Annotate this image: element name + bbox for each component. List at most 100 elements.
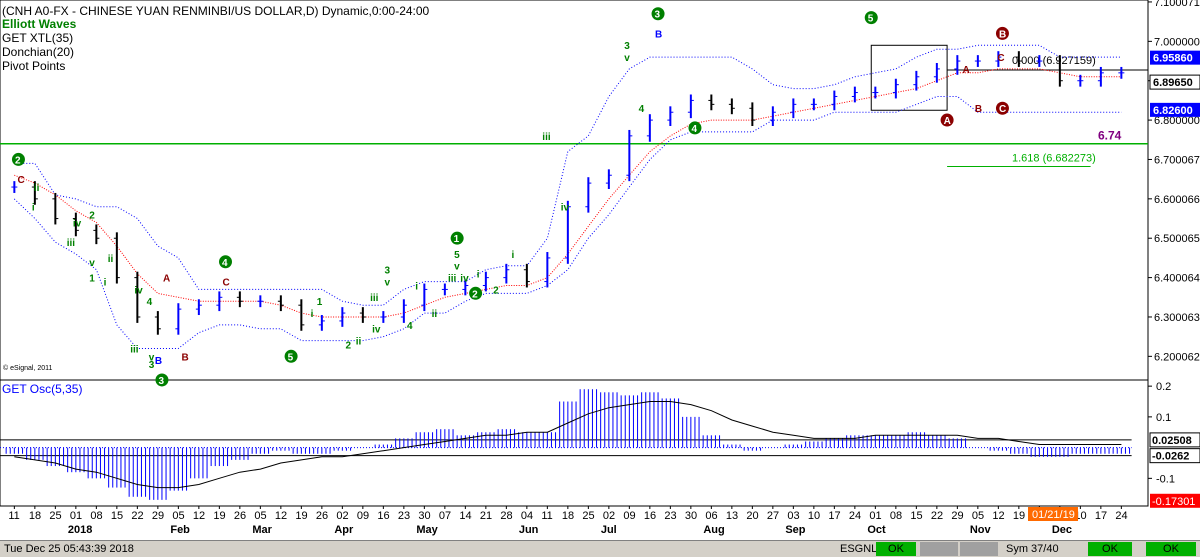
wave-label: 5 — [288, 352, 294, 363]
wave-label: 2 — [346, 340, 352, 351]
wave-label: 4 — [222, 258, 228, 269]
x-axis-label: 01 — [70, 510, 82, 522]
status-net-ok[interactable]: OK — [1146, 542, 1196, 556]
status-slot-1 — [920, 542, 958, 556]
price-axis-label: 7.000000 — [1154, 36, 1200, 48]
wave-label: B — [655, 29, 662, 40]
x-axis-label: 27 — [767, 510, 779, 522]
x-axis-label: 16 — [377, 510, 389, 522]
chart-title: (CNH A0-FX - CHINESE YUAN RENMINBI/US DO… — [2, 4, 430, 18]
price-tag-label: 6.89650 — [1153, 77, 1193, 89]
wave-label: iii — [370, 293, 379, 304]
wave-label: v — [624, 53, 630, 64]
price-axis-label: 7.100071 — [1154, 0, 1200, 9]
price-axis-label: 6.800000 — [1154, 115, 1200, 127]
x-axis-label: 09 — [357, 510, 369, 522]
status-datetime: Tue Dec 25 05:43:39 2018 — [4, 543, 134, 555]
wave-label: 3 — [158, 376, 164, 387]
wave-label: i — [32, 203, 35, 214]
price-axis-label: 6.700067 — [1154, 154, 1200, 166]
x-axis-month-label: Jul — [601, 524, 617, 536]
x-axis-month-label: Mar — [252, 524, 272, 536]
x-axis-label: 28 — [500, 510, 512, 522]
x-axis-month-label: Jun — [519, 524, 539, 536]
status-sym: Sym 37/40 — [1006, 543, 1059, 555]
price-axis-label: 6.500065 — [1154, 233, 1200, 245]
x-axis-label: 19 — [1013, 510, 1025, 522]
osc-tag-label: -0.17301 — [1152, 496, 1195, 508]
wave-label: B — [999, 29, 1006, 40]
wave-label: 4 — [639, 104, 645, 115]
x-axis-label: 18 — [562, 510, 574, 522]
x-axis-label: 07 — [439, 510, 451, 522]
x-axis-label: 19 — [213, 510, 225, 522]
wave-label: i — [512, 250, 515, 261]
wave-label: iii — [448, 274, 457, 285]
x-axis-label: 12 — [992, 510, 1004, 522]
wave-label: A — [163, 274, 170, 285]
horizontal-level-label: 6.74 — [1098, 129, 1122, 143]
wave-label: 3 — [149, 360, 155, 371]
x-axis-label: 11 — [8, 510, 19, 522]
x-axis-label: 12 — [275, 510, 287, 522]
wave-label: i — [415, 281, 418, 292]
wave-label: 3 — [384, 266, 390, 277]
wave-label: C — [997, 53, 1004, 64]
x-axis-label: 22 — [931, 510, 943, 522]
wave-label: iii — [542, 132, 551, 143]
osc-axis-label: 0.1 — [1156, 412, 1171, 424]
x-axis-label: 03 — [787, 510, 799, 522]
fib-level-label: 1.618 (6.682273) — [1012, 152, 1096, 164]
wave-label: v — [454, 262, 460, 273]
wave-label: C — [18, 175, 25, 186]
chart-canvas: 7.1000717.0000006.9000006.8000006.700067… — [0, 0, 1200, 540]
x-axis-label: 15 — [910, 510, 922, 522]
wave-label: 4 — [407, 321, 413, 332]
wave-label: 3 — [624, 41, 630, 52]
wave-label: iii — [130, 344, 139, 355]
x-axis-label: 15 — [111, 510, 123, 522]
osc-axis-label: 0.2 — [1156, 381, 1171, 393]
x-axis-month-label: Apr — [334, 524, 354, 536]
status-sym-ok[interactable]: OK — [1088, 542, 1132, 556]
x-axis-label: 14 — [459, 510, 471, 522]
oscillator-label: GET Osc(5,35) — [2, 382, 83, 396]
price-axis-label: 6.400064 — [1154, 273, 1200, 285]
chart-background — [0, 0, 1200, 540]
x-axis-label: 24 — [849, 510, 861, 522]
x-axis-label: 01 — [869, 510, 881, 522]
wave-label: iv — [73, 218, 82, 229]
x-axis-label: 09 — [623, 510, 635, 522]
x-axis-label: 30 — [418, 510, 430, 522]
wave-label: iv — [460, 274, 469, 285]
wave-label: 1 — [89, 274, 95, 285]
wave-label: 1 — [454, 234, 460, 245]
wave-label: B — [182, 352, 189, 363]
x-axis-month-label: Aug — [703, 524, 724, 536]
price-axis-label: 6.200062 — [1154, 351, 1200, 363]
x-axis-label: 29 — [152, 510, 164, 522]
x-axis-label: 05 — [254, 510, 266, 522]
x-axis-label: 16 — [644, 510, 656, 522]
wave-label: i — [477, 270, 480, 281]
x-axis-label: 11 — [541, 510, 552, 522]
x-axis-label: 13 — [726, 510, 738, 522]
wave-label: 2 — [472, 289, 478, 300]
x-axis-label: 17 — [1095, 510, 1107, 522]
x-axis-month-label: Sep — [785, 524, 805, 536]
osc-tag-label: 0.02508 — [1152, 435, 1192, 447]
osc-axis-label: -0.1 — [1156, 473, 1175, 485]
study-label-pivots: Pivot Points — [2, 59, 66, 73]
x-axis-label: 23 — [398, 510, 410, 522]
wave-label: B — [975, 104, 982, 115]
status-bar: Tue Dec 25 05:43:39 2018 ESGNL: OK Sym 3… — [0, 540, 1200, 557]
study-label-elliott: Elliott Waves — [2, 17, 77, 31]
wave-label: iii — [67, 238, 76, 249]
wave-label: A — [944, 116, 951, 127]
wave-label: i — [311, 309, 314, 320]
price-tag-label: 6.95860 — [1153, 53, 1193, 65]
x-axis-month-label: 2018 — [68, 524, 92, 536]
status-feed-ok[interactable]: OK — [876, 542, 916, 556]
status-slot-2 — [960, 542, 998, 556]
x-axis-label: 24 — [1115, 510, 1127, 522]
